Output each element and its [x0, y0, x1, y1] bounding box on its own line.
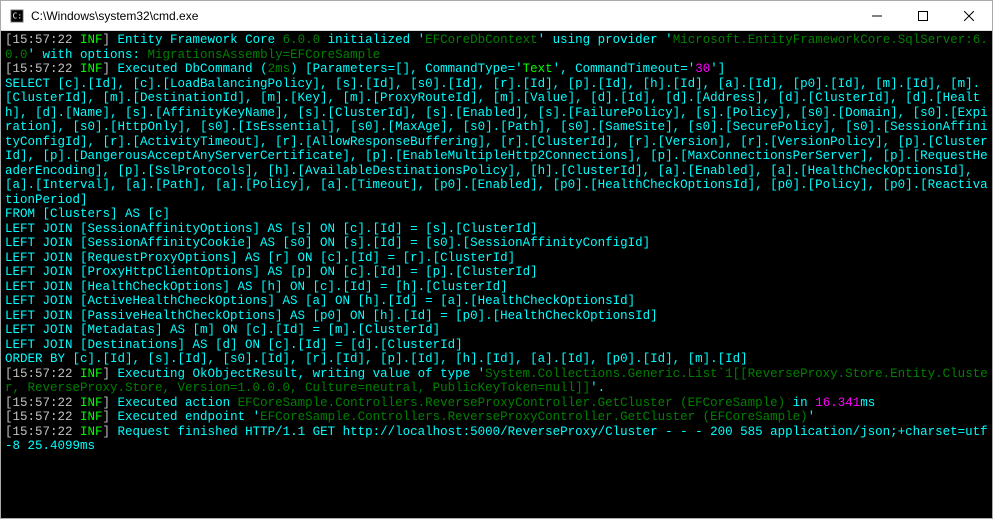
- minimize-button[interactable]: [854, 1, 900, 30]
- maximize-button[interactable]: [900, 1, 946, 30]
- log-line: [15:57:22 INF] Executed DbCommand (2ms) …: [5, 62, 725, 76]
- log-line: [15:57:22 INF] Request finished HTTP/1.1…: [5, 425, 988, 454]
- window-title: C:\Windows\system32\cmd.exe: [31, 9, 854, 23]
- close-button[interactable]: [946, 1, 992, 30]
- titlebar-buttons: [854, 1, 992, 30]
- cmd-window: C: C:\Windows\system32\cmd.exe [15:57:22…: [0, 0, 993, 519]
- svg-text:C:: C:: [13, 11, 22, 20]
- titlebar[interactable]: C: C:\Windows\system32\cmd.exe: [1, 1, 992, 31]
- cmd-icon: C:: [9, 8, 25, 24]
- sql-block: SELECT [c].[Id], [c].[LoadBalancingPolic…: [5, 77, 988, 367]
- console-output[interactable]: [15:57:22 INF] Entity Framework Core 6.0…: [1, 31, 992, 518]
- log-line: [15:57:22 INF] Executed action EFCoreSam…: [5, 396, 875, 410]
- log-line: [15:57:22 INF] Executing OkObjectResult,…: [5, 367, 988, 396]
- log-line: [15:57:22 INF] Executed endpoint 'EFCore…: [5, 410, 815, 424]
- log-line: [15:57:22 INF] Entity Framework Core 6.0…: [5, 33, 988, 62]
